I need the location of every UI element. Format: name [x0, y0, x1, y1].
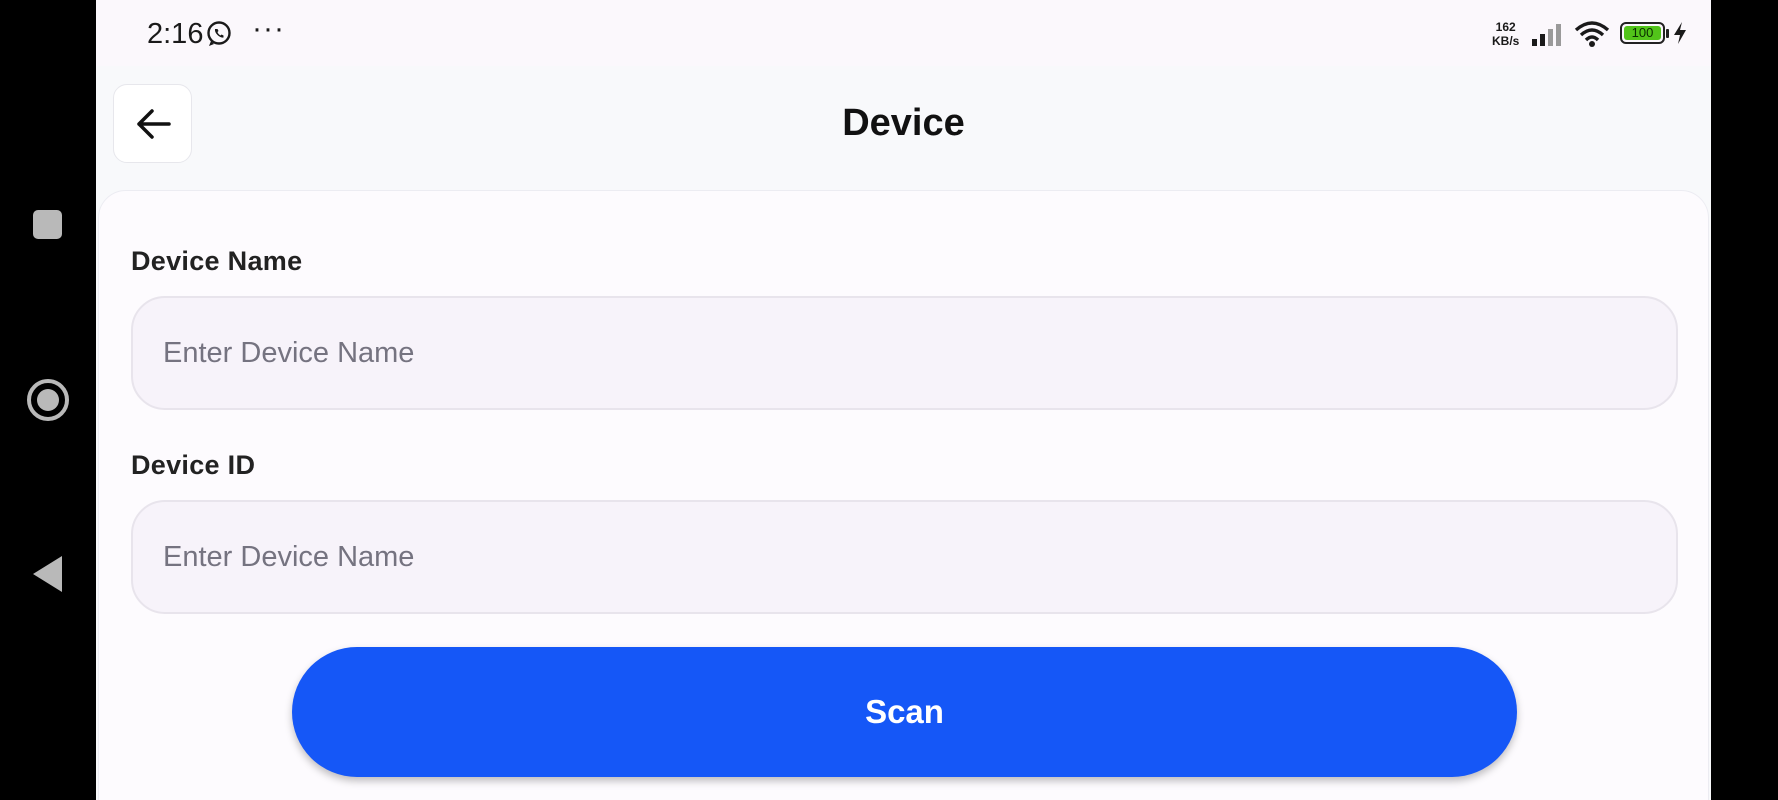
cell-signal-icon	[1532, 24, 1561, 46]
page-title: Device	[842, 102, 965, 144]
battery-tip	[1666, 29, 1669, 38]
device-id-input[interactable]	[131, 500, 1678, 614]
app-screen: 2:16 ··· 162 KB/s 100 Device Device Name…	[96, 0, 1711, 800]
whatsapp-icon	[207, 21, 231, 46]
network-speed-unit: KB/s	[1492, 34, 1520, 48]
status-bar: 2:16 ··· 162 KB/s 100	[96, 0, 1711, 66]
battery-icon: 100	[1620, 22, 1665, 44]
status-time: 2:16	[147, 18, 204, 50]
recents-icon[interactable]	[26, 203, 70, 247]
more-notifications-icon: ···	[252, 12, 285, 45]
app-bar: Device	[96, 66, 1711, 188]
device-name-label: Device Name	[131, 246, 303, 276]
scan-button[interactable]: Scan	[292, 647, 1517, 777]
device-id-label: Device ID	[131, 450, 256, 480]
device-form: Device Name Device ID Scan	[98, 190, 1709, 800]
network-speed: 162 KB/s	[1492, 20, 1519, 48]
network-speed-value: 162	[1495, 20, 1516, 34]
screen-edge	[1711, 0, 1778, 800]
battery-level: 100	[1624, 26, 1661, 40]
wifi-icon	[1574, 21, 1610, 47]
device-name-input[interactable]	[131, 296, 1678, 410]
home-icon[interactable]	[26, 378, 70, 422]
system-nav-bar	[0, 0, 96, 800]
system-back-icon[interactable]	[26, 552, 70, 596]
charging-icon	[1674, 22, 1686, 44]
